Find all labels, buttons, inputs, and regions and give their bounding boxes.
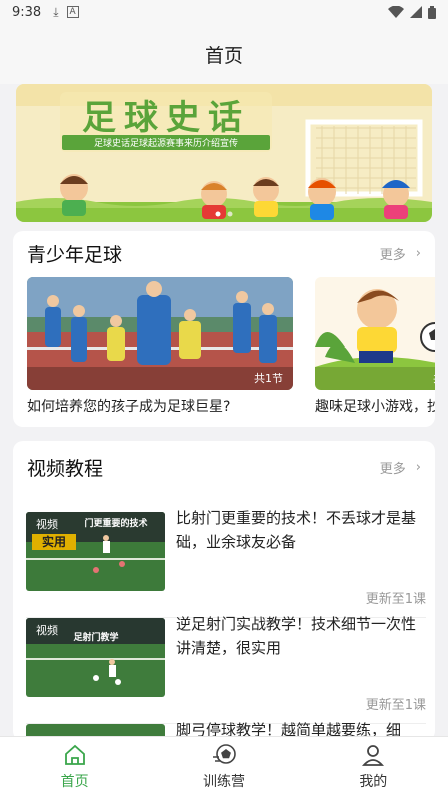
course-caption: 如何培养您的孩子成为足球巨星?: [27, 399, 231, 415]
section-title: 青少年足球: [27, 243, 123, 266]
video-thumbnail: 实用 门更重要的技术 视频: [26, 512, 165, 591]
video-item[interactable]: 实用 门更重要的技术 视频 比射门更重要的技术！不丢球才是基础，业余球友必备 更…: [26, 509, 426, 618]
tab-home[interactable]: 首页: [0, 737, 149, 796]
more-button[interactable]: 更多 ›: [380, 244, 421, 263]
person-icon: [362, 744, 385, 766]
course-card[interactable]: 共1 趣味足球小游戏，抄: [315, 277, 435, 416]
tab-profile[interactable]: 我的: [299, 737, 448, 796]
tab-label: 我的: [359, 773, 388, 790]
video-title: 比射门更重要的技术！不丢球才是基础，业余球友必备: [176, 509, 417, 551]
course-caption: 趣味足球小游戏，抄: [315, 399, 435, 415]
nav-bar: 首页: [0, 24, 448, 84]
svg-text:足射门教学: 足射门教学: [73, 631, 118, 643]
wifi-icon: [388, 6, 404, 18]
video-thumbnail: 足射门教学 视频: [26, 618, 165, 697]
home-icon: [64, 744, 85, 765]
more-label: 更多: [379, 461, 406, 477]
status-bar: 9:38 ⤓ A: [0, 0, 448, 24]
banner-carousel[interactable]: 足球史话 足球史话足球起源赛事来历介绍宣传: [16, 84, 432, 222]
course-card[interactable]: 共1节 如何培养您的孩子成为足球巨星?: [27, 277, 293, 416]
status-time: 9:38: [12, 4, 42, 20]
lesson-count: 共1: [433, 370, 435, 386]
video-update-status: 更新至1课: [365, 698, 426, 713]
lesson-count: 共1节: [254, 372, 283, 385]
youth-football-section: 青少年足球 更多 › 共1节 如何培养您的孩子成为足球巨星? 趣味足球小游戏，抄: [13, 231, 435, 427]
signal-icon: [410, 6, 422, 18]
svg-text:实用: 实用: [42, 534, 66, 549]
banner-subtitle: 足球史话足球起源赛事来历介绍宣传: [94, 137, 238, 149]
video-tutorials-section: 视频教程 更多 › 实用 门更重要的技术 视频 比射门更重要的技术！不丢球才是基…: [13, 441, 435, 741]
youth-course-carousel[interactable]: 共1节 如何培养您的孩子成为足球巨星? 共1: [27, 277, 435, 417]
bottom-tab-bar: 首页 训练营 我的: [0, 736, 448, 796]
tab-label: 训练营: [202, 773, 245, 790]
a-icon: A: [66, 6, 79, 18]
tab-training-camp[interactable]: 训练营: [149, 737, 298, 796]
course-thumbnail: 共1: [315, 277, 435, 390]
page-title: 首页: [204, 44, 243, 67]
chevron-right-icon: ›: [415, 245, 421, 261]
video-tag: 视频: [36, 624, 58, 637]
course-thumbnail: 共1节: [27, 277, 293, 390]
video-item[interactable]: 足射门教学 视频 逆足射门实战教学！技术细节一次性讲清楚，很实用 更新至1课: [26, 615, 426, 724]
more-label: 更多: [379, 247, 406, 263]
video-title: 逆足射门实战教学！技术细节一次性讲清楚，很实用: [176, 615, 417, 657]
soccer-ball-icon: [212, 743, 236, 764]
video-update-status: 更新至1课: [365, 592, 426, 607]
video-tag: 视频: [36, 518, 58, 531]
more-button[interactable]: 更多 ›: [380, 458, 421, 477]
tab-label: 首页: [60, 773, 89, 790]
banner-title: 足球史话: [82, 98, 250, 138]
battery-icon: [428, 5, 436, 19]
svg-text:门更重要的技术: 门更重要的技术: [84, 517, 147, 529]
section-title: 视频教程: [27, 457, 104, 480]
download-icon: ⤓: [53, 4, 59, 19]
banner-illustration: 足球史话 足球史话足球起源赛事来历介绍宣传: [16, 84, 432, 222]
chevron-right-icon: ›: [415, 459, 421, 475]
